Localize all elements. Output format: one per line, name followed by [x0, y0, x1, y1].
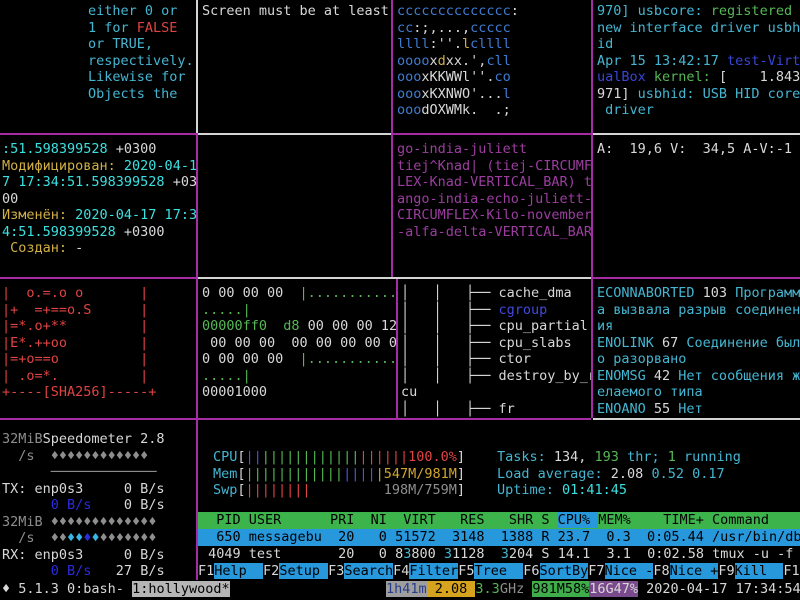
pane-border: [393, 133, 591, 135]
hexdump-content: 0 00 00 00 |................|00000ff0 d8…: [202, 285, 397, 401]
pane-ascii-art[interactable]: cccccccccccccc:cc:;,...,cccccllll:''.lcl…: [393, 0, 591, 133]
sensor-readout-content: A: 19,6 V: 34,5 A-V:-1: [597, 141, 792, 158]
pane-ssh-randomart[interactable]: | o.=.o o ||+ =+==o.S ||=*.o+** ||E*.++o…: [0, 279, 196, 418]
pane-speedometer[interactable]: 32MiBSpeedometer 2.8 /s ♦♦♦♦♦♦♦♦♦♦♦♦ ───…: [0, 420, 196, 580]
pane-border: [593, 133, 800, 135]
ascii-art-content: cccccccccccccc:cc:;,...,cccccllll:''.lcl…: [397, 3, 519, 119]
doc-text-content: either 0 or1 for FALSEor TRUE,respective…: [88, 3, 194, 102]
tmux-status-bar: ♦ 5.1.3 0:bash- 1:hollywood* 1h41m 2.08 …: [0, 580, 800, 600]
pane-hexdump[interactable]: 0 00 00 00 |................|00000ff0 d8…: [198, 279, 394, 418]
htop-summary: Tasks: 134, 193 thr; 1 runningLoad avera…: [497, 449, 741, 499]
pane-border: [196, 133, 198, 580]
pane-slab-tree[interactable]: │ │ ├── cache_dma│ │ ├── cgroup│ │ ├── c…: [398, 279, 591, 418]
pane-border: [593, 418, 800, 420]
phonetic-output-content: go-india-julietttiej^Knad| (tiej-CIRCUMF…: [397, 141, 592, 240]
pane-border: [591, 0, 593, 418]
pane-border: [0, 418, 591, 420]
pane-border: [198, 133, 391, 135]
pane-phonetic-output[interactable]: go-india-julietttiej^Knad| (tiej-CIRCUMF…: [393, 135, 591, 277]
status-window-list[interactable]: ♦ 5.1.3 0:bash- 1:hollywood*: [2, 581, 382, 598]
slab-tree-content: │ │ ├── cache_dma│ │ ├── cgroup│ │ ├── c…: [401, 285, 596, 417]
function-key-bar[interactable]: F1Help F2Setup F3SearchF4FilterF5Tree F6…: [198, 563, 800, 580]
pane-border: [0, 277, 196, 279]
pane-file-stat[interactable]: :51.598399528 +0300Модифицирован: 2020-0…: [0, 135, 196, 277]
pane-sensor-readout[interactable]: A: 19,6 V: 34,5 A-V:-1: [593, 135, 800, 277]
pane-htop[interactable]: CPU[||||||||||||||||||||100.0%]Mem[|||||…: [198, 420, 800, 580]
status-system-badges: 1h41m 2.08 3.3GHz 981M58%16G47% 2020-04-…: [386, 581, 800, 598]
pane-border: [196, 0, 198, 133]
pane-doc-text[interactable]: either 0 or1 for FALSEor TRUE,respective…: [0, 0, 196, 133]
pane-dmesg-log[interactable]: 970] usbcore: registerednew interface dr…: [593, 0, 800, 133]
pane-errno-list[interactable]: ECONNABORTED 103 Программа вызвала разры…: [593, 279, 800, 418]
pane-border: [198, 277, 591, 279]
process-row[interactable]: 4049 test 20 0 83800 31128 3204 S 14.1 3…: [198, 546, 800, 563]
pane-screen-message[interactable]: Screen must be at least: [198, 0, 391, 133]
pane-border: [593, 277, 800, 279]
htop-meters: CPU[||||||||||||||||||||100.0%]Mem[|||||…: [213, 449, 465, 499]
process-table-header[interactable]: PID USER PRI NI VIRT RES SHR S CPU% MEM%…: [198, 512, 800, 529]
pane-border: [391, 0, 393, 279]
screen-message-content: Screen must be at least: [202, 3, 389, 20]
process-row-selected[interactable]: 650 messagebu 20 0 51572 3148 1388 R 23.…: [198, 529, 800, 546]
file-stat-content: :51.598399528 +0300Модифицирован: 2020-0…: [2, 141, 197, 257]
pane-border: [396, 279, 398, 418]
dmesg-log-content: 970] usbcore: registerednew interface dr…: [597, 3, 800, 119]
errno-list-content: ECONNABORTED 103 Программа вызвала разры…: [597, 285, 800, 417]
pane-border: [0, 133, 196, 135]
ssh-randomart-content: | o.=.o o ||+ =+==o.S ||=*.o+** ||E*.++o…: [2, 285, 156, 401]
speedometer-content: 32MiBSpeedometer 2.8 /s ♦♦♦♦♦♦♦♦♦♦♦♦ ───…: [2, 431, 165, 580]
